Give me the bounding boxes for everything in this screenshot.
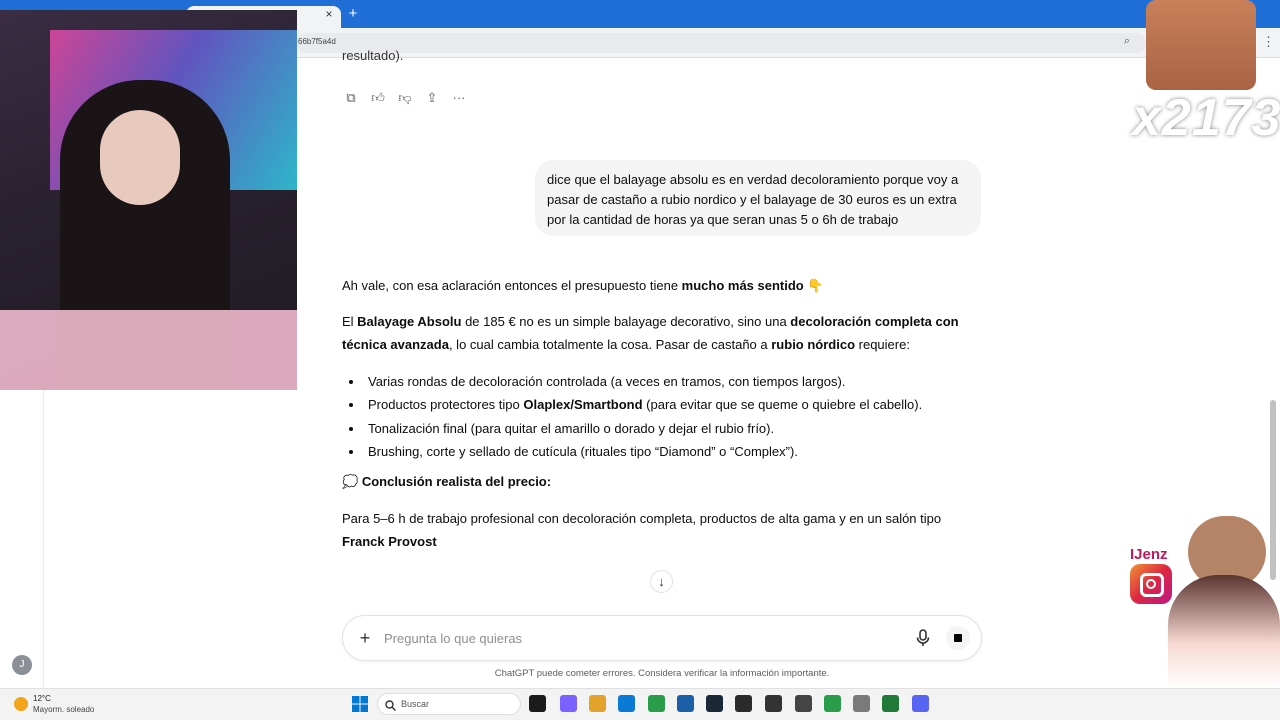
add-attachment-icon[interactable]: +: [355, 627, 375, 649]
taskbar-app-icon[interactable]: [735, 695, 752, 712]
list-item: Productos protectores tipo Olaplex/Smart…: [342, 393, 972, 416]
answer-text: , lo cual cambia totalmente la cosa. Pas…: [448, 337, 772, 352]
message-actions: ⧉ 👍︎ 👎︎ ⇪ ···: [341, 88, 469, 108]
answer-text: Para 5–6 h de trabajo profesional con de…: [342, 511, 942, 526]
answer-conclusion: Para 5–6 h de trabajo profesional con de…: [342, 507, 972, 553]
reaction-face-overlay: [1146, 0, 1256, 90]
streamer-face: [100, 110, 180, 205]
weather-temperature[interactable]: 12°C: [33, 694, 51, 703]
sun-icon[interactable]: [14, 697, 28, 711]
taskbar-app-icon[interactable]: [648, 695, 665, 712]
taskbar-app-icon[interactable]: [824, 695, 841, 712]
answer-bold: rubio nórdico: [771, 337, 856, 352]
prompt-input[interactable]: [384, 627, 884, 649]
address-text: 66b7f5a4d: [298, 37, 336, 46]
zoom-icon[interactable]: ⌕: [1120, 35, 1134, 49]
user-avatar[interactable]: J: [12, 655, 32, 675]
answer-bold: Franck Provost: [342, 534, 437, 549]
answer-bold: Balayage Absolu: [357, 314, 462, 329]
weather-description[interactable]: Mayorm. soleado: [33, 705, 94, 714]
taskbar-search-label: Buscar: [401, 699, 430, 709]
list-item: Tonalización final (para quitar el amari…: [342, 417, 972, 440]
taskbar-app-icon[interactable]: [765, 695, 782, 712]
list-item-text: Productos protectores tipo: [368, 397, 524, 413]
browser-menu-icon[interactable]: ⋮: [1262, 34, 1275, 50]
taskbar-app-icon[interactable]: [677, 695, 694, 712]
screen: { "browser": { "url_fragment": "66b7f5a4…: [0, 0, 1280, 720]
windows-taskbar: [0, 688, 1280, 720]
list-item-bold: Olaplex/Smartbond: [523, 397, 643, 413]
list-item-text: (para evitar que se queme o quiebre el c…: [642, 397, 923, 413]
taskbar-app-icon[interactable]: [589, 695, 606, 712]
answer-text: de 185 € no es un simple balayage decora…: [461, 314, 791, 329]
scroll-down-button[interactable]: ↓: [650, 570, 673, 593]
taskbar-search[interactable]: [377, 693, 521, 715]
stop-generating-button[interactable]: [946, 626, 970, 650]
page-scrollbar[interactable]: [1270, 400, 1276, 580]
taskbar-app-icon[interactable]: [795, 695, 812, 712]
windows-start-icon[interactable]: [352, 696, 368, 712]
thumbs-down-icon[interactable]: 👎︎: [395, 88, 415, 108]
share-icon[interactable]: ⇪: [422, 88, 442, 108]
instagram-icon: [1130, 564, 1172, 604]
list-item: Varias rondas de decoloración controlada…: [342, 370, 972, 393]
conclusion-label: Conclusión realista del precio:: [361, 474, 552, 489]
webcam-overlay: [0, 10, 297, 390]
search-icon: [385, 698, 396, 711]
taskbar-app-icon[interactable]: [882, 695, 899, 712]
instagram-handle: IJenz: [1130, 546, 1168, 563]
answer-text: requiere:: [855, 337, 910, 352]
answer-intro-bold: mucho más sentido: [681, 278, 804, 293]
conclusion-heading: 💭 Conclusión realista del precio:: [342, 470, 551, 493]
pointing-down-emoji: 👇: [807, 278, 824, 293]
more-options-icon[interactable]: ···: [449, 88, 469, 108]
taskbar-app-icon[interactable]: [706, 695, 723, 712]
address-bar[interactable]: [296, 33, 1146, 53]
thought-bubble-emoji: 💭: [342, 474, 359, 489]
taskbar-app-icon[interactable]: [912, 695, 929, 712]
pink-blanket: [0, 310, 297, 390]
previous-message-tail: resultado).: [342, 48, 404, 63]
answer-paragraph: El Balayage Absolu de 185 € no es un sim…: [342, 310, 972, 356]
answer-intro-text: Ah vale, con esa aclaración entonces el …: [342, 278, 682, 293]
new-tab-icon[interactable]: +: [345, 5, 361, 23]
vtuber-avatar: [1168, 575, 1280, 688]
disclaimer: ChatGPT puede cometer errores. Considera…: [494, 668, 830, 679]
list-item: Brushing, corte y sellado de cutícula (r…: [342, 440, 972, 463]
taskbar-app-icon[interactable]: [529, 695, 546, 712]
answer-text: El: [342, 314, 358, 329]
taskbar-app-icon[interactable]: [560, 695, 577, 712]
copy-icon[interactable]: ⧉: [341, 88, 361, 108]
close-tab-icon[interactable]: ×: [321, 6, 337, 22]
user-message: dice que el balayage absolu es en verdad…: [535, 160, 981, 236]
microphone-icon[interactable]: [914, 628, 932, 648]
requirements-list: Varias rondas de decoloración controlada…: [342, 370, 972, 463]
answer-intro: Ah vale, con esa aclaración entonces el …: [342, 274, 972, 297]
combo-counter: x2173: [1132, 89, 1280, 147]
thumbs-up-icon[interactable]: 👍︎: [368, 88, 388, 108]
taskbar-app-icon[interactable]: [853, 695, 870, 712]
sidebar-divider: [43, 390, 44, 690]
taskbar-app-icon[interactable]: [618, 695, 635, 712]
